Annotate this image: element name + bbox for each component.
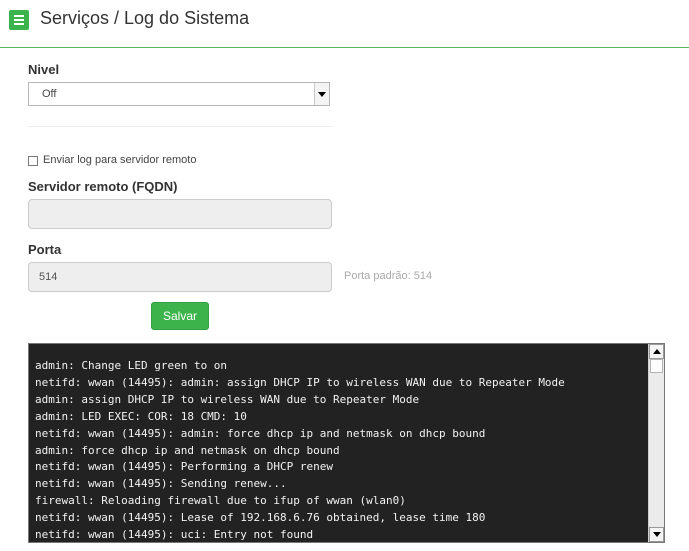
log-scrollbar[interactable] — [648, 344, 664, 542]
log-line: netifd: wwan (14495): Lease of 192.168.6… — [35, 511, 486, 525]
log-line: netifd: wwan (14495): Sending renew... — [35, 477, 287, 491]
save-button[interactable]: Salvar — [151, 302, 209, 330]
level-select-value: Off — [42, 88, 57, 100]
port-input-value: 514 — [39, 271, 58, 283]
log-line: netifd: wwan (14495): admin: assign DHCP… — [35, 375, 565, 389]
port-hint: Porta padrão: 514 — [344, 270, 433, 282]
log-line: admin: assign DHCP IP to wireless WAN du… — [35, 392, 420, 406]
server-input[interactable] — [28, 199, 332, 229]
scroll-up-arrow-icon[interactable] — [649, 344, 664, 359]
divider — [28, 126, 333, 127]
log-line: firewall: Reloading firewall due to ifup… — [35, 494, 406, 508]
chevron-down-icon[interactable] — [314, 83, 329, 105]
remote-log-checkbox-label: Enviar log para servidor remoto — [43, 154, 197, 166]
log-line: netifd: wwan (14495): uci: Entry not fou… — [35, 528, 314, 542]
level-label: Nivel — [28, 62, 60, 77]
page-title: Serviços / Log do Sistema — [40, 8, 250, 28]
log-line: admin: LED EXEC: COR: 18 CMD: 10 — [35, 409, 247, 423]
log-line: netifd: wwan (14495): Performing a DHCP … — [35, 460, 334, 474]
log-line: admin: Change LED green to on — [35, 359, 228, 372]
remote-log-checkbox[interactable] — [28, 156, 38, 166]
port-label: Porta — [28, 242, 62, 257]
level-select[interactable]: Off — [28, 82, 330, 106]
scroll-thumb[interactable] — [650, 359, 663, 373]
log-lines: admin: Change LED green to on netifd: ww… — [35, 358, 565, 542]
log-line: netifd: wwan (14495): admin: force dhcp … — [35, 426, 486, 440]
scroll-down-arrow-icon[interactable] — [649, 527, 664, 542]
log-output[interactable]: admin: Change LED green to on netifd: ww… — [28, 343, 665, 543]
port-input[interactable]: 514 — [28, 262, 332, 292]
hamburger-menu-icon[interactable] — [9, 10, 29, 30]
page-header: Serviços / Log do Sistema — [0, 0, 689, 48]
log-line: admin: force dhcp ip and netmask on dhcp… — [35, 443, 340, 457]
server-label: Servidor remoto (FQDN) — [28, 179, 178, 194]
